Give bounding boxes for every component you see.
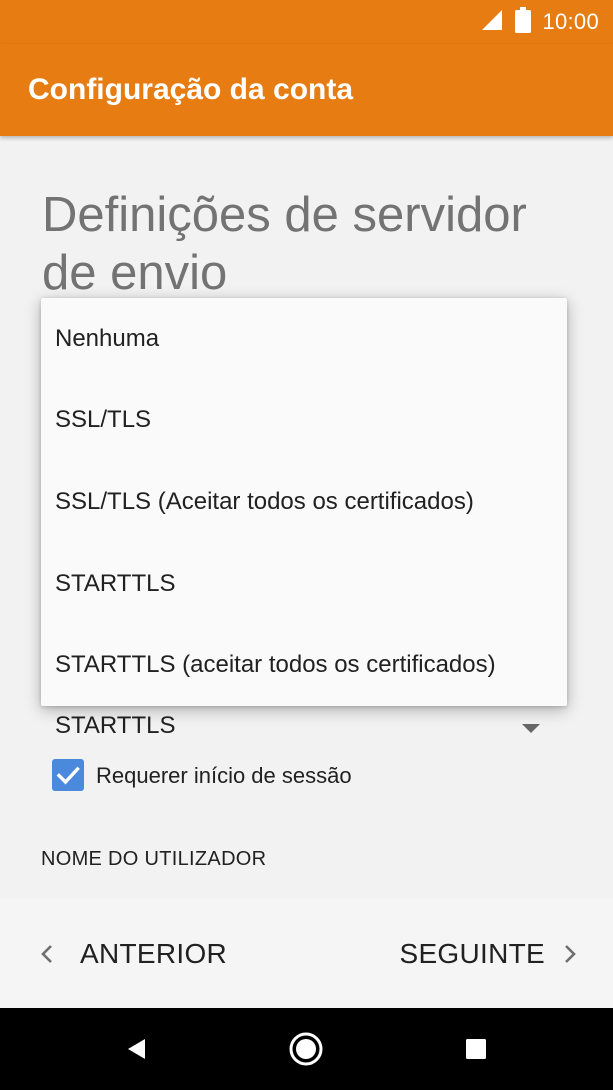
require-login-label[interactable]: Requerer início de sessão (96, 763, 352, 789)
chevron-right-icon (563, 944, 577, 969)
app-title: Configuração da conta (28, 73, 354, 106)
next-button-label: SEGUINTE (399, 938, 545, 969)
previous-button-label: ANTERIOR (80, 938, 228, 969)
option-ssl-tls[interactable]: SSL/TLS (41, 380, 567, 462)
option-nenhuma[interactable]: Nenhuma (41, 298, 567, 380)
app-bar: Configuração da conta (0, 44, 613, 136)
battery-icon (514, 6, 532, 38)
system-navigation-bar (0, 1008, 613, 1090)
dropdown-arrow-icon[interactable] (522, 724, 540, 733)
username-label: NOME DO UTILIZADOR (41, 848, 267, 870)
next-button[interactable]: SEGUINTE (399, 932, 577, 976)
page-heading: Definições de servidor de envio (42, 188, 527, 300)
chevron-left-icon (40, 944, 54, 969)
status-icons: 10:00 (480, 6, 599, 38)
option-starttls-accept-all[interactable]: STARTTLS (aceitar todos os certificados) (41, 624, 567, 706)
require-login-checkbox[interactable] (52, 759, 84, 791)
bottom-navigation-bar: ANTERIOR SEGUINTE (0, 898, 613, 1008)
security-type-dropdown[interactable]: STARTTLS (55, 712, 175, 740)
option-starttls[interactable]: STARTTLS (41, 543, 567, 625)
home-icon[interactable] (286, 1029, 326, 1069)
recents-icon[interactable] (456, 1029, 496, 1069)
checkmark-icon (56, 766, 80, 785)
previous-button[interactable]: ANTERIOR (36, 932, 227, 976)
option-ssl-tls-accept-all[interactable]: SSL/TLS (Aceitar todos os certificados) (41, 461, 567, 543)
status-bar: 10:00 (0, 0, 613, 44)
back-icon[interactable] (117, 1029, 157, 1069)
signal-icon (480, 8, 504, 37)
security-options-popup: Nenhuma SSL/TLS SSL/TLS (Aceitar todos o… (41, 298, 567, 706)
clock: 10:00 (542, 9, 599, 34)
